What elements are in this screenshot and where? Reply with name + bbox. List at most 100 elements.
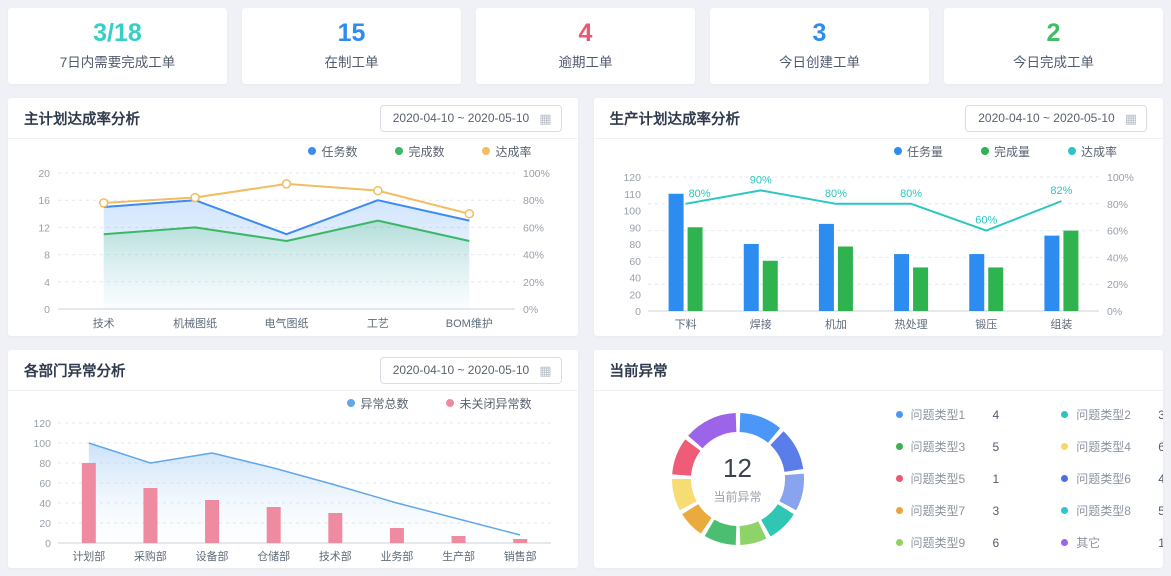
rate-label: 80%	[900, 188, 922, 200]
legend-count: 3	[1158, 408, 1163, 422]
anomaly-legend-item-问题类型7[interactable]: 问题类型73	[896, 502, 1000, 519]
point-marker[interactable]	[100, 199, 108, 207]
anomaly-legend-item-问题类型3[interactable]: 问题类型35	[896, 438, 1000, 455]
anomaly-legend-item-问题类型1[interactable]: 问题类型14	[896, 406, 1000, 423]
svg-text:工艺: 工艺	[367, 317, 389, 330]
donut-segment-8[interactable]	[672, 479, 697, 510]
bar[interactable]	[687, 227, 702, 311]
point-marker[interactable]	[283, 180, 291, 188]
point-marker[interactable]	[374, 187, 382, 195]
bar[interactable]	[913, 267, 928, 311]
panel-plan-rate: 主计划达成率分析 2020-04-10 ~ 2020-05-10 ▦ 任务数完成…	[8, 98, 578, 336]
panel-current-anomaly: 当前异常 12 当前异常 问题类型14问题类型23问题类型35问题类型46问题类…	[594, 350, 1164, 568]
donut-segment-7[interactable]	[682, 504, 711, 533]
legend-dot	[896, 475, 903, 482]
svg-text:4: 4	[44, 277, 50, 289]
stat-card-overdue: 4 逾期工单	[476, 8, 695, 84]
bar[interactable]	[452, 536, 466, 543]
legend-count: 5	[993, 440, 1000, 454]
donut-segment-1[interactable]	[739, 413, 779, 443]
legend-dot	[1061, 411, 1068, 418]
panel-body: 任务量完成量达成率 0%20%40%60%80%100%020406080901…	[594, 139, 1164, 336]
anomaly-legend-item-其它[interactable]: 其它1	[1061, 534, 1163, 551]
legend-item-完成数[interactable]: 完成数	[395, 143, 444, 160]
bar[interactable]	[205, 500, 219, 543]
donut-segment-10[interactable]	[688, 413, 736, 448]
panel-body: 12 当前异常 问题类型14问题类型23问题类型35问题类型46问题类型51问题…	[594, 391, 1164, 568]
donut-segment-4[interactable]	[761, 504, 794, 536]
svg-text:60: 60	[39, 478, 51, 490]
bar[interactable]	[1063, 231, 1078, 311]
bar[interactable]	[668, 194, 683, 311]
legend-item-达成率[interactable]: 达成率	[1068, 143, 1117, 160]
anomaly-legend-item-问题类型9[interactable]: 问题类型96	[896, 534, 1000, 551]
legend-item-达成率[interactable]: 达成率	[482, 143, 531, 160]
bar[interactable]	[267, 507, 281, 543]
stat-value: 4	[579, 21, 593, 46]
bar[interactable]	[82, 463, 96, 543]
donut-segment-5[interactable]	[739, 521, 766, 545]
date-range-picker[interactable]: 2020-04-10 ~ 2020-05-10 ▦	[380, 105, 562, 132]
donut-segment-6[interactable]	[704, 519, 736, 544]
calendar-icon: ▦	[1125, 112, 1137, 125]
current-anomaly-donut[interactable]	[652, 393, 824, 565]
donut-segment-9[interactable]	[672, 439, 700, 475]
bar[interactable]	[894, 254, 909, 311]
legend-dot	[1061, 475, 1068, 482]
bar[interactable]	[513, 539, 527, 543]
plan-rate-chart[interactable]: 00%420%840%1260%1680%20100%技术机械图纸电气图纸工艺B…	[24, 163, 561, 333]
svg-text:12: 12	[38, 222, 50, 234]
bar[interactable]	[143, 488, 157, 543]
dashboard-page: 3/18 7日内需要完成工单 15 在制工单 4 逾期工单 3 今日创建工单 2…	[0, 0, 1171, 576]
legend-label: 其它	[1076, 534, 1158, 551]
svg-text:销售部: 销售部	[504, 549, 537, 563]
bar[interactable]	[988, 267, 1003, 311]
stat-label: 7日内需要完成工单	[60, 51, 176, 71]
rate-label: 80%	[688, 188, 710, 200]
bar[interactable]	[743, 244, 758, 311]
bar[interactable]	[969, 254, 984, 311]
date-range-picker[interactable]: 2020-04-10 ~ 2020-05-10 ▦	[965, 105, 1147, 132]
stat-label: 今日完成工单	[1013, 51, 1094, 71]
donut-segment-2[interactable]	[770, 431, 803, 472]
date-range-picker[interactable]: 2020-04-10 ~ 2020-05-10 ▦	[380, 357, 562, 384]
anomaly-legend-item-问题类型5[interactable]: 问题类型51	[896, 470, 1000, 487]
svg-text:60: 60	[629, 256, 641, 268]
donut-segment-3[interactable]	[779, 473, 804, 510]
production-rate-chart[interactable]: 0%20%40%60%80%100%02040608090100110120下料…	[610, 163, 1147, 333]
panel-production-rate: 生产计划达成率分析 2020-04-10 ~ 2020-05-10 ▦ 任务量 完…	[594, 98, 1164, 336]
bar[interactable]	[390, 528, 404, 543]
svg-text:100: 100	[33, 438, 51, 450]
legend-label: 问题类型4	[1076, 438, 1158, 455]
line-达成率[interactable]	[685, 190, 1061, 230]
dept-anomaly-chart[interactable]: 020406080100120计划部采购部设备部仓储部技术部业务部生产部销售部	[24, 415, 561, 565]
point-marker[interactable]	[465, 210, 473, 218]
legend-label: 问题类型9	[911, 534, 993, 551]
svg-text:设备部: 设备部	[196, 549, 229, 563]
date-range-value: 2020-04-10 ~ 2020-05-10	[393, 363, 529, 377]
panel-header: 生产计划达成率分析 2020-04-10 ~ 2020-05-10 ▦	[594, 98, 1164, 139]
legend-item-未关闭异常数[interactable]: 未关闭异常数	[446, 395, 531, 412]
legend-count: 4	[993, 408, 1000, 422]
svg-text:20: 20	[38, 168, 50, 180]
legend-item-异常总数[interactable]: 异常总数	[347, 395, 408, 412]
anomaly-legend-item-问题类型8[interactable]: 问题类型85	[1061, 502, 1163, 519]
anomaly-legend-item-问题类型6[interactable]: 问题类型64	[1061, 470, 1163, 487]
legend-item-任务数[interactable]: 任务数	[308, 143, 357, 160]
point-marker[interactable]	[191, 193, 199, 201]
anomaly-legend-item-问题类型4[interactable]: 问题类型46	[1061, 438, 1163, 455]
bar[interactable]	[837, 247, 852, 311]
bar[interactable]	[762, 261, 777, 311]
bar[interactable]	[818, 224, 833, 311]
stats-row: 3/18 7日内需要完成工单 15 在制工单 4 逾期工单 3 今日创建工单 2…	[8, 8, 1163, 84]
anomaly-legend-item-问题类型2[interactable]: 问题类型23	[1061, 406, 1163, 423]
bar[interactable]	[328, 513, 342, 543]
legend-item-任务量[interactable]: 任务量	[894, 143, 943, 160]
calendar-icon: ▦	[539, 112, 551, 125]
legend-label: 问题类型8	[1076, 502, 1158, 519]
svg-text:60%: 60%	[1107, 226, 1128, 238]
legend-item-完成量[interactable]: 完成量	[981, 143, 1030, 160]
legend-label: 未关闭异常数	[459, 395, 531, 412]
bar[interactable]	[1044, 236, 1059, 311]
chart-legend: 任务量 完成量 达成率	[610, 139, 1148, 163]
